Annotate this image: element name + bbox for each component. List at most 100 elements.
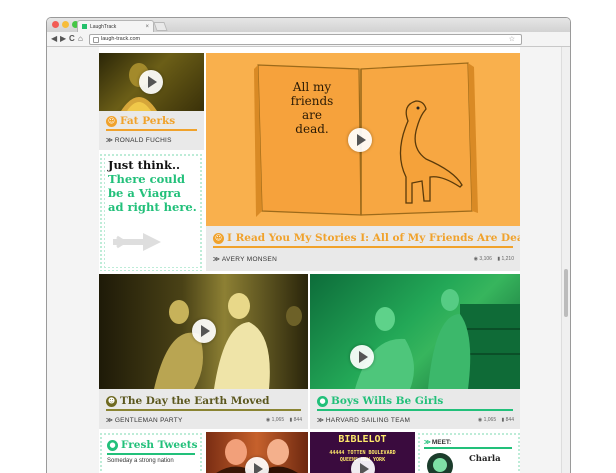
card-caption: ☺ Fat Perks ≫ RONALD FUCHIS [99, 111, 204, 150]
video-thumbnail[interactable]: All my friends are dead. [206, 53, 520, 226]
play-button-icon[interactable] [139, 70, 163, 94]
bird-icon: ● [107, 440, 118, 451]
chat-icon: ● [317, 396, 328, 407]
author-name: HARVARD SAILING TEAM [325, 417, 411, 424]
card-caption: ☺ I Read You My Stories I: All of My Fri… [206, 226, 520, 271]
meet-label: ≫ MEET: [424, 438, 451, 446]
title-bar: LaughTrack × [47, 18, 570, 33]
smile-icon: ☺ [213, 233, 224, 244]
title-underline [106, 409, 301, 411]
author-line[interactable]: ≫ AVERY MONSEN [213, 255, 277, 263]
video-title[interactable]: ☻ The Day the Earth Moved [106, 395, 270, 407]
video-title[interactable]: ● Boys Wills Be Girls [317, 395, 443, 407]
meet-panel[interactable]: ≫ MEET: Charla [417, 432, 520, 473]
video-thumbnail[interactable] [310, 274, 520, 389]
video-title[interactable]: ☺ I Read You My Stories I: All of My Fri… [213, 232, 520, 244]
ad-line-1: Just think.. [108, 158, 180, 172]
author-line[interactable]: ≫ HARVARD SAILING TEAM [317, 416, 410, 424]
play-button-icon[interactable] [348, 128, 372, 152]
page-content: ☺ Fat Perks ≫ RONALD FUCHIS Just think.. … [99, 47, 520, 473]
favicon-icon [82, 24, 87, 29]
ad-line-4: ad right here. [108, 200, 197, 214]
like-icon: ▮ [289, 417, 293, 423]
tweet-text: Someday a strong nation [107, 458, 174, 464]
view-count: 1,065 [271, 417, 285, 423]
eye-icon: ◉ [265, 417, 271, 423]
title-underline [106, 129, 197, 131]
tweets-inner: ● Fresh Tweets Someday a strong nation [103, 436, 200, 473]
like-count: 844 [293, 417, 302, 423]
view-count: 1,065 [483, 417, 497, 423]
eye-icon: ◉ [477, 417, 483, 423]
arrow-icon: ≫ [106, 137, 113, 144]
new-tab-button[interactable] [153, 22, 168, 31]
back-button[interactable]: ◀ [51, 33, 57, 45]
video-title-text: Fat Perks [120, 115, 176, 127]
address-bar[interactable]: laugh-track.com ☆ [89, 34, 522, 45]
like-icon: ▮ [501, 417, 505, 423]
play-button-icon[interactable] [350, 345, 374, 369]
video-thumbnail-couple[interactable] [206, 432, 308, 473]
author-name: GENTLEMAN PARTY [114, 417, 183, 424]
like-count: 1,210 [501, 256, 514, 262]
video-thumbnail[interactable] [99, 53, 204, 111]
video-title-text: Boys Wills Be Girls [331, 395, 444, 407]
minimize-window-button[interactable] [62, 21, 69, 28]
title-underline [317, 409, 513, 411]
book-text: All my friends are dead. [284, 80, 340, 136]
video-card-boys[interactable]: ● Boys Wills Be Girls ≫ HARVARD SAILING T… [310, 274, 520, 429]
video-stats: ◉ 3,106 ▮ 1,210 [474, 256, 514, 262]
arrow-icon: ≫ [424, 439, 431, 446]
arrow-icon: ≫ [106, 417, 113, 424]
video-title[interactable]: ☺ Fat Perks [106, 115, 175, 127]
comedian-name[interactable]: Charla [469, 454, 501, 464]
performers-photo [355, 289, 520, 389]
video-card-fat-perks[interactable]: ☺ Fat Perks ≫ RONALD FUCHIS [99, 53, 204, 150]
sign-line: 44444 TOTTEN BOULEVARD [329, 450, 396, 456]
page-icon [93, 37, 99, 43]
like-count: 844 [505, 417, 514, 423]
eye-icon: ◉ [473, 256, 479, 262]
browser-toolbar: ◀ ▶ C ⌂ laugh-track.com ☆ [47, 32, 570, 47]
fresh-tweets-panel[interactable]: ● Fresh Tweets Someday a strong nation [99, 432, 204, 473]
avatar[interactable] [427, 453, 453, 473]
browser-window: LaughTrack × ◀ ▶ C ⌂ laugh-track.com ☆ ☺… [46, 17, 571, 473]
vertical-scrollbar[interactable] [561, 47, 570, 473]
author-line[interactable]: ≫ GENTLEMAN PARTY [106, 416, 183, 424]
home-button[interactable]: ⌂ [78, 33, 83, 45]
arrow-graphic-icon [113, 233, 161, 251]
title-underline [213, 246, 513, 248]
title-underline [107, 453, 195, 455]
video-stats: ◉ 1,065 ▮ 844 [266, 417, 302, 423]
sign-heading: BIBLELOT [338, 434, 387, 445]
book-text-line: friends [290, 94, 334, 108]
url-text: laugh-track.com [101, 36, 141, 42]
scrollbar-thumb[interactable] [564, 269, 568, 317]
ad-inner: Just think.. There could be a Viagra ad … [105, 157, 199, 267]
like-icon: ▮ [497, 256, 501, 262]
video-title-text: I Read You My Stories I: All of My Frien… [227, 232, 520, 244]
view-count: 3,106 [479, 256, 492, 262]
author-name: RONALD FUCHIS [114, 137, 172, 144]
close-window-button[interactable] [52, 21, 59, 28]
forward-button[interactable]: ▶ [60, 33, 66, 45]
page-viewport: ☺ Fat Perks ≫ RONALD FUCHIS Just think.. … [47, 47, 570, 473]
meet-label-text: MEET: [431, 439, 452, 446]
video-thumbnail-biblelot[interactable]: BIBLELOT 44444 TOTTEN BOULEVARD QUEENS N… [310, 432, 415, 473]
tweets-title: ● Fresh Tweets [107, 439, 198, 451]
video-thumbnail[interactable] [99, 274, 308, 389]
play-button-icon[interactable] [192, 319, 216, 343]
video-card-stories[interactable]: All my friends are dead. ☺ I Read You My… [206, 53, 520, 271]
bookmark-star-icon[interactable]: ☆ [509, 35, 515, 44]
arrow-icon: ≫ [317, 417, 324, 424]
figure-icon: ☻ [106, 396, 117, 407]
reload-button[interactable]: C [69, 33, 75, 45]
smile-icon: ☺ [106, 116, 117, 127]
author-line[interactable]: ≫ RONALD FUCHIS [106, 136, 172, 144]
tweets-title-text: Fresh Tweets [121, 439, 198, 451]
video-card-earth[interactable]: ☻ The Day the Earth Moved ≫ GENTLEMAN PAR… [99, 274, 308, 429]
card-caption: ☻ The Day the Earth Moved ≫ GENTLEMAN PAR… [99, 389, 308, 429]
ad-placeholder[interactable]: Just think.. There could be a Viagra ad … [99, 153, 204, 271]
meet-inner: ≫ MEET: Charla [421, 436, 516, 473]
author-name: AVERY MONSEN [221, 256, 278, 263]
